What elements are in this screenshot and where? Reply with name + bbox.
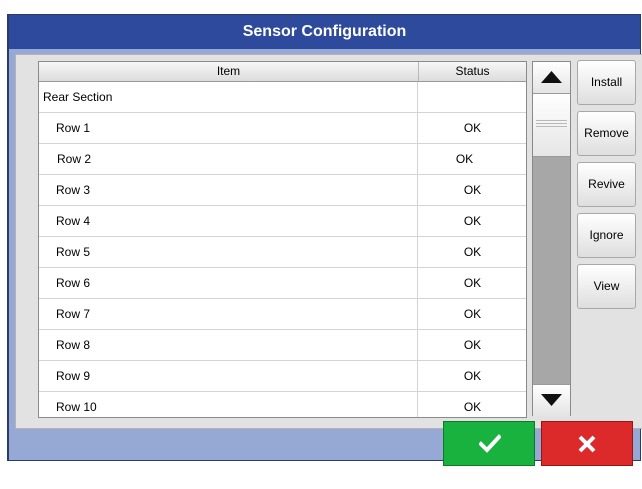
row-item-cell: Row 3 bbox=[39, 175, 418, 205]
sensor-table: Item Status Rear Section Row 1 OK Row 2 … bbox=[38, 61, 527, 418]
scroll-down-button[interactable] bbox=[533, 384, 570, 416]
table-header: Item Status bbox=[39, 62, 526, 82]
row-status-cell: OK bbox=[463, 121, 482, 135]
scroll-up-button[interactable] bbox=[533, 62, 570, 94]
arrow-up-icon bbox=[541, 71, 562, 83]
row-item-cell: Row 4 bbox=[39, 206, 418, 236]
row-status-cell: OK bbox=[463, 245, 482, 259]
row-item-cell: Row 6 bbox=[39, 268, 418, 298]
sensor-configuration-dialog: Sensor Configuration Item Status Rear Se… bbox=[7, 14, 642, 461]
cancel-button[interactable] bbox=[541, 421, 633, 466]
row-status-cell: OK bbox=[463, 338, 482, 352]
row-status-cell: OK bbox=[463, 307, 482, 321]
table-row[interactable]: Row 5 OK bbox=[39, 237, 526, 268]
table-row[interactable]: Row 7 OK bbox=[39, 299, 526, 330]
dialog-title: Sensor Configuration bbox=[9, 15, 640, 49]
row-status-cell: OK bbox=[455, 152, 474, 166]
content-panel: Item Status Rear Section Row 1 OK Row 2 … bbox=[15, 54, 642, 429]
checkmark-icon bbox=[479, 434, 501, 453]
row-status-cell: OK bbox=[463, 400, 482, 414]
table-row[interactable]: Row 4 OK bbox=[39, 206, 526, 237]
table-row[interactable]: Row 2 OK bbox=[39, 144, 526, 175]
row-item-cell: Row 10 bbox=[39, 392, 418, 417]
arrow-down-icon bbox=[541, 394, 562, 406]
table-row[interactable]: Row 8 OK bbox=[39, 330, 526, 361]
remove-button[interactable]: Remove bbox=[577, 111, 636, 156]
row-item-cell: Row 7 bbox=[39, 299, 418, 329]
revive-button[interactable]: Revive bbox=[577, 162, 636, 207]
row-item-cell: Row 5 bbox=[39, 237, 418, 267]
row-status-cell bbox=[419, 82, 526, 112]
table-row[interactable]: Row 10 OK bbox=[39, 392, 526, 417]
table-row[interactable]: Row 6 OK bbox=[39, 268, 526, 299]
row-item-cell: Row 8 bbox=[39, 330, 418, 360]
row-item-cell: Row 9 bbox=[39, 361, 418, 391]
column-header-item[interactable]: Item bbox=[39, 62, 419, 81]
table-row[interactable]: Row 1 OK bbox=[39, 113, 526, 144]
row-item-cell: Row 2 bbox=[39, 144, 418, 174]
row-status-cell: OK bbox=[463, 276, 482, 290]
row-item-cell: Row 1 bbox=[39, 113, 418, 143]
row-status-cell: OK bbox=[463, 183, 482, 197]
close-icon bbox=[578, 435, 596, 453]
vertical-scrollbar[interactable] bbox=[532, 61, 571, 416]
column-header-status[interactable]: Status bbox=[419, 62, 526, 81]
install-button[interactable]: Install bbox=[577, 60, 636, 105]
ignore-button[interactable]: Ignore bbox=[577, 213, 636, 258]
table-row[interactable]: Row 3 OK bbox=[39, 175, 526, 206]
row-item-cell: Rear Section bbox=[39, 82, 418, 112]
row-status-cell: OK bbox=[463, 214, 482, 228]
ok-button[interactable] bbox=[443, 421, 535, 466]
scroll-thumb[interactable] bbox=[533, 94, 570, 157]
table-row[interactable]: Row 9 OK bbox=[39, 361, 526, 392]
view-button[interactable]: View bbox=[577, 264, 636, 309]
row-status-cell: OK bbox=[463, 369, 482, 383]
table-row[interactable]: Rear Section bbox=[39, 82, 526, 113]
